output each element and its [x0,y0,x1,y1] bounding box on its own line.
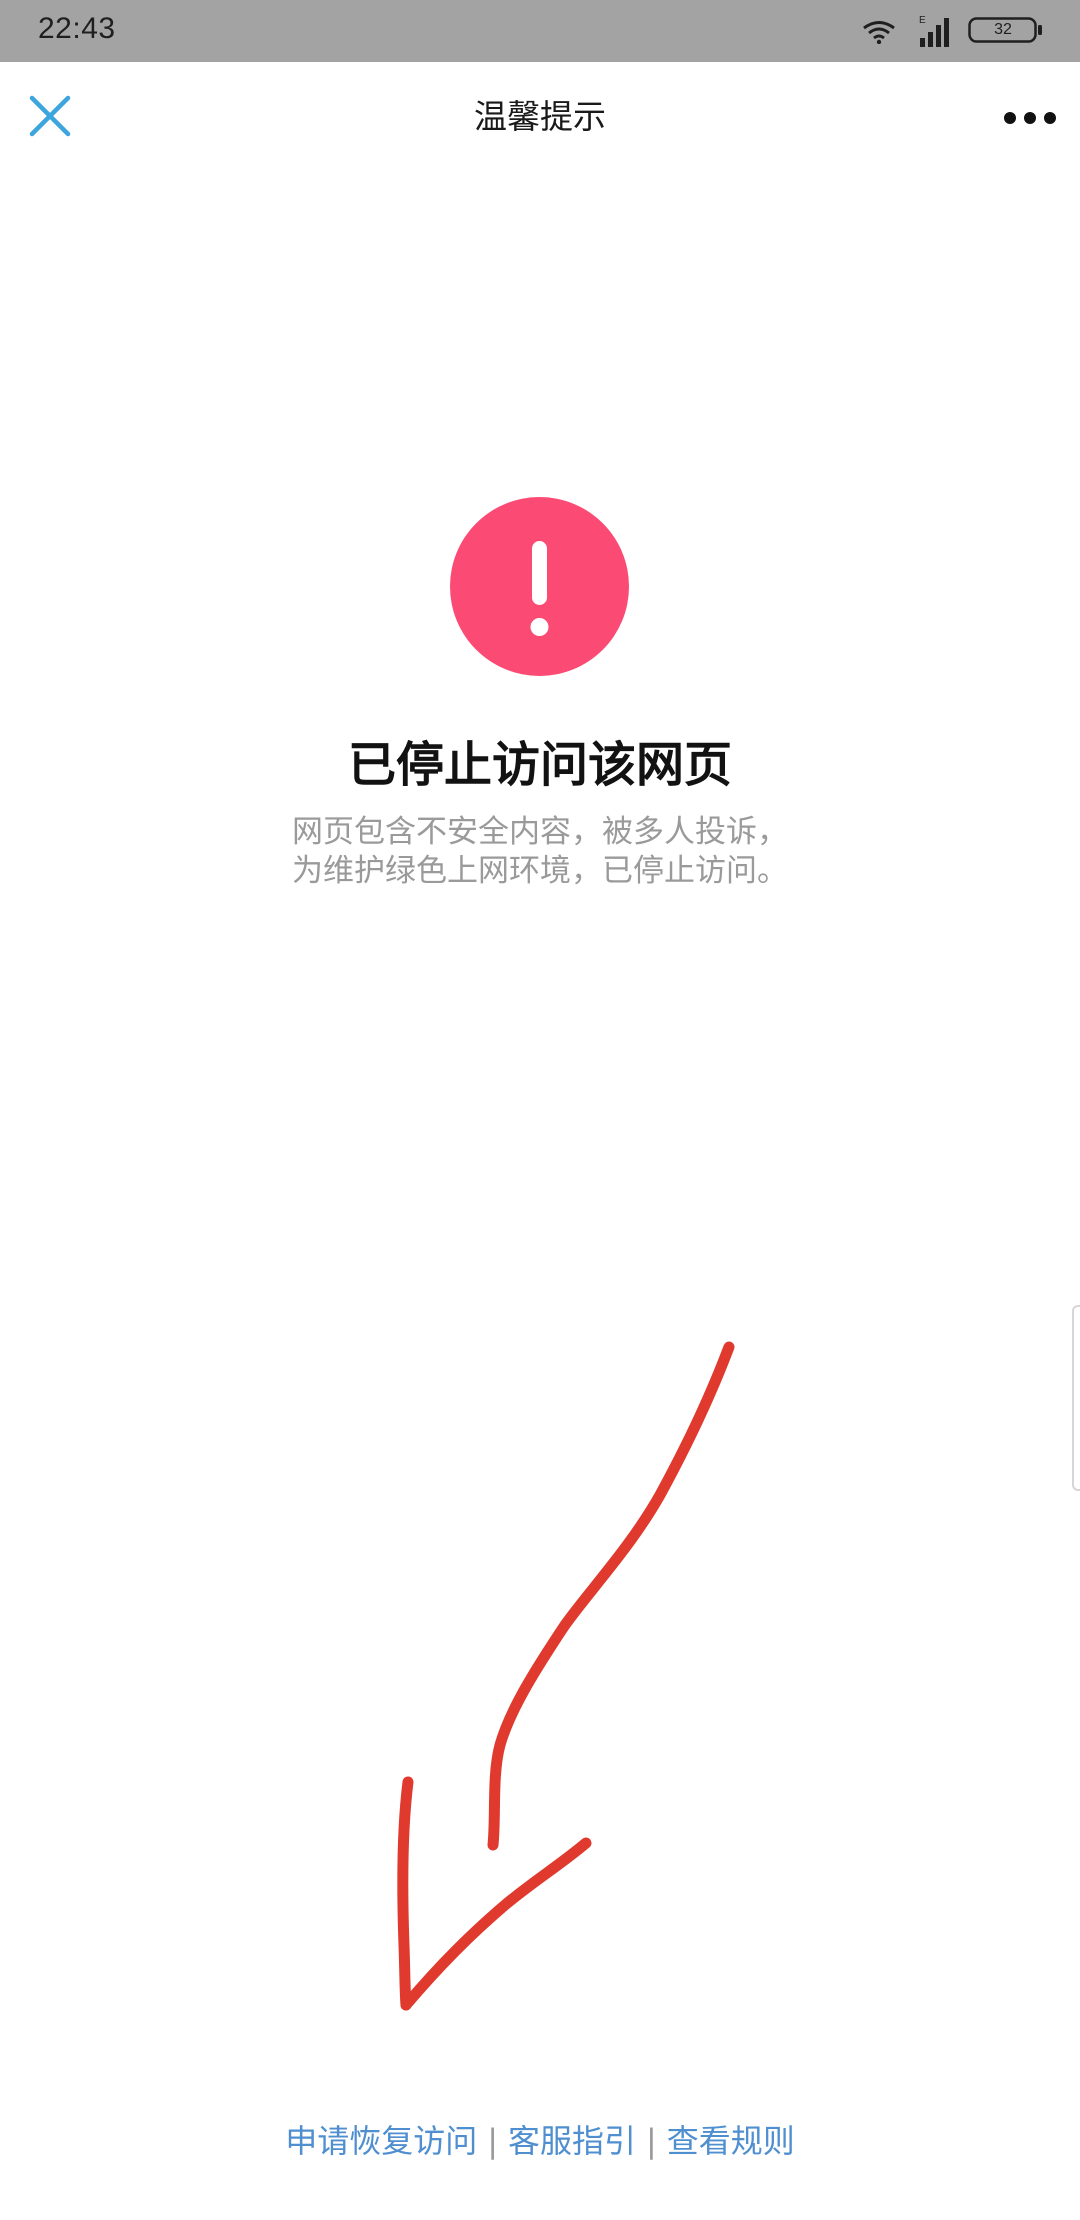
more-button[interactable] [998,96,1062,140]
warning-description: 网页包含不安全内容，被多人投诉， 为维护绿色上网环境，已停止访问。 [0,813,1080,891]
customer-service-link[interactable]: 客服指引 [508,2122,636,2160]
side-scroll-handle[interactable] [1072,1305,1080,1491]
status-icons: E 32 [844,14,1044,50]
page: 22:43 E 32 温馨提示 已停止访问该网页 网页包含不安全内容，被多人投诉… [0,0,1080,2220]
footer-links: 申请恢复访问 | 客服指引 | 查看规则 [0,2116,1080,2162]
view-rules-link[interactable]: 查看规则 [667,2122,795,2160]
warning-description-line: 为维护绿色上网环境，已停止访问。 [292,853,788,889]
red-arrow-annotation [397,1341,735,2011]
exclamation-icon [450,497,629,676]
status-time: 22:43 [38,12,116,45]
footer-separator: | [646,2122,657,2160]
page-title: 温馨提示 [474,97,606,136]
battery-level: 32 [994,21,1012,38]
warning-description-line: 网页包含不安全内容，被多人投诉， [292,814,788,850]
nav-bar: 温馨提示 [0,62,1080,172]
status-bar: 22:43 E 32 [0,0,1080,62]
network-type-label: E [919,15,926,26]
wifi-icon [863,21,895,44]
request-restore-link[interactable]: 申请恢复访问 [285,2122,477,2160]
battery-icon: 32 [968,17,1044,43]
more-dots-icon [1004,112,1056,124]
warning-title: 已停止访问该网页 [347,737,732,793]
footer-separator: | [487,2122,498,2160]
close-icon [29,95,71,137]
close-button[interactable] [22,88,78,144]
signal-icon: E [919,15,949,47]
